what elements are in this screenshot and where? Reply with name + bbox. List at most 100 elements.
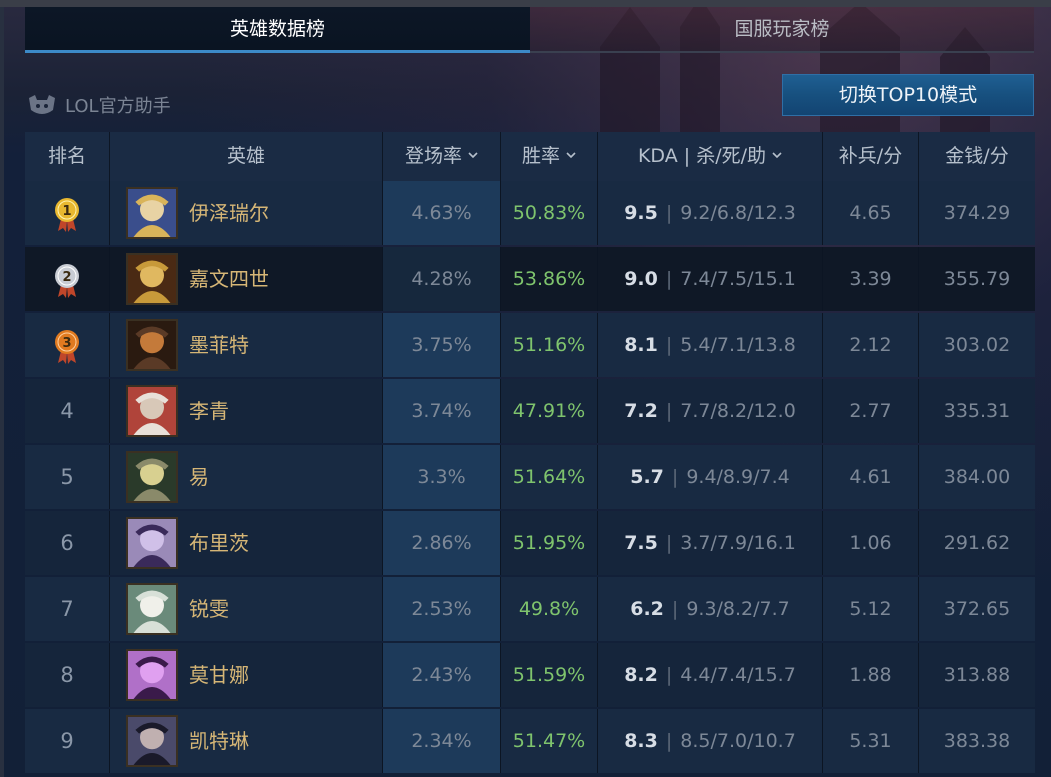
- kda-detail: 7.7/8.2/12.0: [680, 400, 796, 422]
- rank-number: 7: [60, 597, 74, 621]
- hero-avatar: [126, 583, 178, 635]
- header-gold: 金钱/分: [919, 132, 1035, 181]
- kda-cell: 9.5 | 9.2/6.8/12.3: [598, 181, 823, 245]
- kda-value: 6.2: [630, 598, 664, 620]
- hero-cell[interactable]: 嘉文四世: [110, 247, 383, 311]
- table-row[interactable]: 8 莫甘娜 2.43% 51.59% 8.2 | 4.4/7.4/15.7 1.88 313.8…: [25, 643, 1035, 709]
- table-row[interactable]: 3 墨菲特 3.75% 51.16% 8.1 | 5.4/7.1/13.8 2.12 303.0…: [25, 313, 1035, 379]
- hero-avatar: [126, 187, 178, 239]
- table-row[interactable]: 4 李青 3.74% 47.91% 7.2 | 7.7/8.2/12.0 2.77 335.31: [25, 379, 1035, 445]
- kda-cell: 7.5 | 3.7/7.9/16.1: [598, 511, 823, 575]
- header-hero: 英雄: [110, 132, 383, 181]
- hero-avatar: [126, 385, 178, 437]
- appear-rate: 3.75%: [383, 313, 501, 377]
- kda-separator: |: [665, 334, 673, 356]
- switch-top10-mode-button[interactable]: 切换TOP10模式: [782, 74, 1034, 116]
- brand-label: LOL官方助手: [65, 96, 171, 117]
- cs-per-min: 4.61: [823, 445, 919, 509]
- rank-number: 3: [62, 336, 71, 351]
- win-rate: 51.16%: [501, 313, 598, 377]
- header-hero-label: 英雄: [226, 145, 265, 167]
- rank-number: 4: [60, 399, 74, 423]
- hero-name: 墨菲特: [189, 333, 249, 357]
- rank-cell: 9: [25, 709, 110, 773]
- gold-per-min: 374.29: [943, 202, 1011, 224]
- table-row[interactable]: 6 布里茨 2.86% 51.95% 7.5 | 3.7/7.9/16.1 1.06 291.6…: [25, 511, 1035, 577]
- gold-per-min: 384.00: [943, 466, 1011, 488]
- tab-hero-ranking[interactable]: 英雄数据榜: [25, 7, 530, 53]
- cs-per-min: 3.39: [823, 247, 919, 311]
- hero-avatar: [126, 715, 178, 767]
- hero-name: 李青: [189, 399, 229, 423]
- kda-cell: 5.7 | 9.4/8.9/7.4: [598, 445, 823, 509]
- rank-number: 2: [62, 270, 71, 285]
- kda-cell: 9.0 | 7.4/7.5/15.1: [598, 247, 823, 311]
- hero-cell[interactable]: 凯特琳: [110, 709, 383, 773]
- appear-rate: 4.63%: [383, 181, 501, 245]
- table-row[interactable]: 9 凯特琳 2.34% 51.47% 8.3 | 8.5/7.0/10.7 5.31 383.3…: [25, 709, 1035, 775]
- header-rank: 排名: [25, 132, 110, 181]
- win-rate: 51.47%: [501, 709, 598, 773]
- hero-avatar: [126, 649, 178, 701]
- win-rate: 51.95%: [501, 511, 598, 575]
- kda-value: 9.5: [624, 202, 658, 224]
- header-appear-rate-sort[interactable]: 登场率: [383, 132, 501, 181]
- chevron-down-icon: [468, 152, 478, 159]
- hero-cell[interactable]: 锐雯: [110, 577, 383, 641]
- rank-number: 5: [60, 465, 74, 489]
- kda-separator: |: [665, 664, 673, 686]
- win-rate: 51.64%: [501, 445, 598, 509]
- chevron-down-icon: [772, 152, 782, 159]
- header-gold-label: 金钱/分: [945, 145, 1009, 167]
- table-row[interactable]: 7 锐雯 2.53% 49.8% 6.2 | 9.3/8.2/7.7 5.12 372.65: [25, 577, 1035, 643]
- silver-medal-icon: 2: [55, 264, 79, 298]
- lol-helper-logo-icon: [29, 95, 55, 114]
- app-window: 英雄数据榜 国服玩家榜 LOL官方助手 切换TOP10模式 排名 英雄 登场率 …: [0, 0, 1051, 777]
- rank-cell: 6: [25, 511, 110, 575]
- appear-rate: 3.3%: [383, 445, 501, 509]
- table-row[interactable]: 2 嘉文四世 4.28% 53.86% 9.0 | 7.4/7.5/15.1 3.39 355.…: [25, 247, 1035, 313]
- hero-avatar: [126, 319, 178, 371]
- table-row[interactable]: 1 伊泽瑞尔 4.63% 50.83% 9.5 | 9.2/6.8/12.3 4.65 374.…: [25, 181, 1035, 247]
- cs-per-min: 2.12: [823, 313, 919, 377]
- rank-cell: 8: [25, 643, 110, 707]
- hero-cell[interactable]: 李青: [110, 379, 383, 443]
- kda-value: 7.5: [624, 532, 658, 554]
- hero-name: 布里茨: [189, 531, 249, 555]
- hero-cell[interactable]: 莫甘娜: [110, 643, 383, 707]
- win-rate: 47.91%: [501, 379, 598, 443]
- kda-separator: |: [665, 532, 673, 554]
- tab-server-player-ranking[interactable]: 国服玩家榜: [530, 7, 1034, 53]
- kda-detail: 4.4/7.4/15.7: [680, 664, 796, 686]
- kda-detail: 9.4/8.9/7.4: [686, 466, 790, 488]
- hero-avatar: [126, 517, 178, 569]
- kda-cell: 6.2 | 9.3/8.2/7.7: [598, 577, 823, 641]
- kda-separator: |: [671, 598, 679, 620]
- kda-cell: 8.3 | 8.5/7.0/10.7: [598, 709, 823, 773]
- win-rate: 50.83%: [501, 181, 598, 245]
- hero-cell[interactable]: 易: [110, 445, 383, 509]
- hero-name: 易: [189, 465, 209, 489]
- header-rank-label: 排名: [47, 145, 86, 167]
- hero-cell[interactable]: 布里茨: [110, 511, 383, 575]
- appear-rate: 2.86%: [383, 511, 501, 575]
- hero-cell[interactable]: 墨菲特: [110, 313, 383, 377]
- rank-number: 1: [62, 204, 71, 219]
- rank-number: 6: [60, 531, 74, 555]
- hero-avatar: [126, 451, 178, 503]
- hero-name: 嘉文四世: [189, 267, 269, 291]
- cs-per-min: 2.77: [823, 379, 919, 443]
- header-kda-sort[interactable]: KDA | 杀/死/助: [598, 132, 823, 181]
- hero-cell[interactable]: 伊泽瑞尔: [110, 181, 383, 245]
- table-row[interactable]: 5 易 3.3% 51.64% 5.7 | 9.4/8.9/7.4 4.61 384.00: [25, 445, 1035, 511]
- gold-per-min: 313.88: [943, 664, 1011, 686]
- kda-detail: 3.7/7.9/16.1: [680, 532, 796, 554]
- kda-value: 8.3: [624, 730, 658, 752]
- kda-value: 8.1: [624, 334, 658, 356]
- appear-rate: 4.28%: [383, 247, 501, 311]
- kda-separator: |: [665, 202, 673, 224]
- header-win-label: 胜率: [521, 145, 560, 167]
- hero-name: 伊泽瑞尔: [189, 201, 269, 225]
- kda-detail: 9.3/8.2/7.7: [686, 598, 790, 620]
- header-win-rate-sort[interactable]: 胜率: [501, 132, 598, 181]
